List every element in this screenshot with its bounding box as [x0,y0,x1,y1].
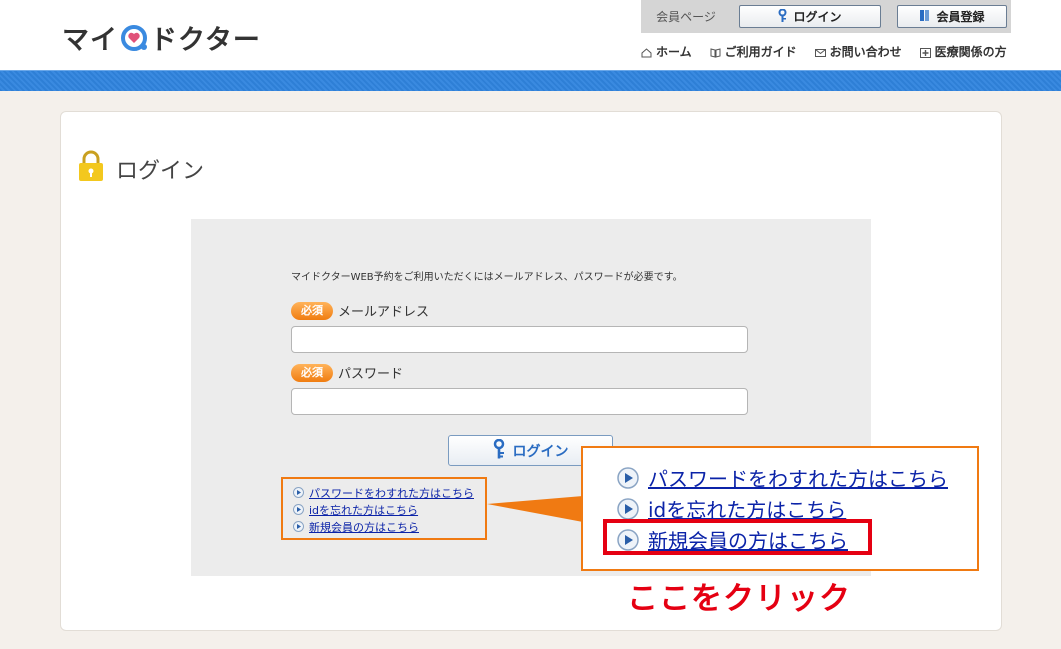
link-forgot-id[interactable]: idを忘れた方はこちら [293,501,485,518]
logo-text-doctor: ドクター [150,25,261,56]
book-icon [710,47,721,58]
nav-home[interactable]: ホーム [641,43,692,60]
logo-text-my: マイ [62,25,118,56]
global-nav: ホーム ご利用ガイド お問い合わせ 医療関係の方 [641,43,1007,60]
key-icon [778,8,787,25]
arrow-right-circle-icon [293,504,304,515]
mail-icon [814,47,826,57]
form-intro-text: マイドクターWEB予約をご利用いただくにはメールアドレス、パスワードが必要です。 [291,272,683,283]
email-label-text: メールアドレス [338,305,430,320]
arrow-right-circle-icon [617,497,639,520]
member-page-tab[interactable]: 会員ページ [641,0,731,33]
nav-home-label: ホーム [656,45,692,59]
header-register-label: 会員登録 [936,10,985,24]
email-input[interactable] [291,326,748,353]
login-submit-label: ログイン [512,443,569,460]
page-title-text: ログイン [116,159,205,184]
new-member-highlight [603,519,872,555]
link-forgot-password-text[interactable]: パスワードをわすれた方はこちら [309,485,474,501]
nav-guide-label: ご利用ガイド [724,45,797,59]
arrow-right-circle-icon [617,466,639,489]
password-label-text: パスワード [338,367,404,382]
member-bar: 会員ページ ログイン 会員登録 [641,0,1011,33]
padlock-icon [76,150,106,188]
link-forgot-id-text[interactable]: idを忘れた方はこちら [309,502,418,518]
header-stripe [0,70,1061,91]
link-new-member[interactable]: 新規会員の方はこちら [293,518,485,535]
password-label: 必須 パスワード [291,363,403,382]
click-here-callout: ここをクリック [627,581,851,617]
header-login-button[interactable]: ログイン [739,5,881,28]
nav-contact-label: お問い合わせ [829,45,902,59]
nav-contact[interactable]: お問い合わせ [814,43,902,60]
site-header: マイ ドクター 会員ページ ログイン 会員登録 ホーム ご利用ガイド お問い合わ… [0,0,1061,70]
register-book-icon [919,9,930,25]
link-forgot-password[interactable]: パスワードをわすれた方はこちら [293,484,485,501]
arrow-right-circle-icon [293,521,304,532]
stethoscope-heart-icon [120,24,148,52]
home-icon [641,47,652,57]
help-links: パスワードをわすれた方はこちら idを忘れた方はこちら 新規会員の方はこちら [281,477,487,540]
nav-medical-label: 医療関係の方 [934,45,1007,59]
zoom-link-forgot-password[interactable]: パスワードをわすれた方はこちら [617,462,977,493]
link-new-member-text[interactable]: 新規会員の方はこちら [309,519,419,535]
plus-box-icon [919,47,931,58]
callout-pointer [487,496,583,522]
key-icon [493,438,505,463]
required-badge: 必須 [291,301,333,320]
header-register-button[interactable]: 会員登録 [897,5,1007,28]
page-title: ログイン [76,150,204,188]
zoom-link-forgot-password-text[interactable]: パスワードをわすれた方はこちら [648,463,948,492]
header-login-label: ログイン [793,10,842,24]
email-label: 必須 メールアドレス [291,301,429,320]
nav-guide[interactable]: ご利用ガイド [710,43,797,60]
required-badge: 必須 [291,363,333,382]
password-input[interactable] [291,388,748,415]
site-logo[interactable]: マイ ドクター [62,18,261,57]
arrow-right-circle-icon [293,487,304,498]
nav-medical[interactable]: 医療関係の方 [919,43,1007,60]
